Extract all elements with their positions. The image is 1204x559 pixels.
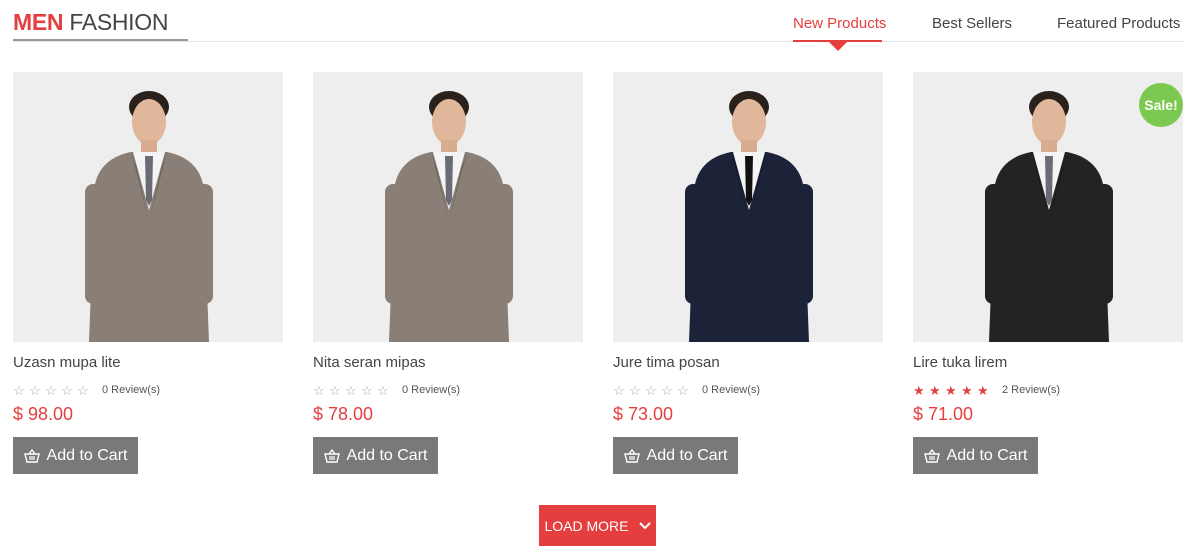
star-icon: ★ [961,382,973,398]
product-rating: ☆ ☆ ☆ ☆ ☆ 0 Review(s) [13,382,283,398]
load-more-label: LOAD MORE [544,517,629,534]
tab-featured-products[interactable]: Featured Products [1057,14,1180,34]
tab-new-products[interactable]: New Products [793,14,886,34]
review-count[interactable]: 0 Review(s) [702,384,760,396]
product-thumbnail[interactable] [313,72,583,342]
star-icon: ☆ [361,382,373,398]
product-thumbnail[interactable] [613,72,883,342]
add-to-cart-button[interactable]: Add to Cart [613,437,738,474]
star-icon: ☆ [645,382,657,398]
active-tab-caret [828,42,847,51]
star-icon: ☆ [29,382,41,398]
basket-icon [623,448,640,463]
product-rating: ☆ ☆ ☆ ☆ ☆ 0 Review(s) [613,382,883,398]
review-count[interactable]: 0 Review(s) [102,384,160,396]
review-count[interactable]: 0 Review(s) [402,384,460,396]
title-accent: MEN [13,9,64,35]
product-name[interactable]: Lire tuka lirem [913,354,1183,372]
section-title: MEN FASHION [13,8,168,36]
star-icon: ★ [913,382,925,398]
star-rating: ☆ ☆ ☆ ☆ ☆ [13,384,90,397]
star-icon: ★ [977,382,989,398]
basket-icon [323,448,340,463]
star-icon: ☆ [613,382,625,398]
star-rating: ★ ★ ★ ★ ★ [913,384,990,397]
star-icon: ☆ [345,382,357,398]
product-thumbnail[interactable] [13,72,283,342]
product-card: Nita seran mipas ☆ ☆ ☆ ☆ ☆ 0 Review(s) $ 78.00 A… [313,72,583,474]
star-icon: ☆ [77,382,89,398]
title-underline [13,39,188,41]
chevron-down-icon [638,521,651,529]
star-icon: ☆ [61,382,73,398]
star-icon: ☆ [677,382,689,398]
add-to-cart-label: Add to Cart [946,446,1028,464]
add-to-cart-label: Add to Cart [46,446,128,464]
product-name[interactable]: Jure tima posan [613,354,883,372]
product-name[interactable]: Nita seran mipas [313,354,583,372]
product-thumbnail[interactable]: Sale! [913,72,1183,342]
star-icon: ☆ [661,382,673,398]
product-card: Jure tima posan ☆ ☆ ☆ ☆ ☆ 0 Review(s) $ 73.00 Ad… [613,72,883,474]
tab-best-sellers[interactable]: Best Sellers [932,14,1012,34]
star-icon: ☆ [13,382,25,398]
product-image [313,72,583,342]
product-price: $ 73.00 [613,404,674,424]
title-rest: FASHION [69,9,169,35]
load-more-button[interactable]: LOAD MORE [539,505,656,546]
product-image [613,72,883,342]
product-rating: ☆ ☆ ☆ ☆ ☆ 0 Review(s) [313,382,583,398]
product-price: $ 98.00 [13,404,74,424]
star-rating: ☆ ☆ ☆ ☆ ☆ [613,384,690,397]
add-to-cart-button[interactable]: Add to Cart [913,437,1038,474]
star-icon: ☆ [377,382,389,398]
product-image [13,72,283,342]
product-price: $ 71.00 [913,404,974,424]
add-to-cart-label: Add to Cart [346,446,428,464]
product-card: Sale! Lire tuka lirem ★ ★ ★ ★ ★ 2 Review(s) $ 71… [913,72,1183,474]
add-to-cart-button[interactable]: Add to Cart [313,437,438,474]
add-to-cart-label: Add to Cart [646,446,728,464]
review-count[interactable]: 2 Review(s) [1002,384,1060,396]
star-icon: ☆ [629,382,641,398]
star-rating: ☆ ☆ ☆ ☆ ☆ [313,384,390,397]
star-icon: ★ [945,382,957,398]
star-icon: ☆ [329,382,341,398]
add-to-cart-button[interactable]: Add to Cart [13,437,138,474]
product-name[interactable]: Uzasn mupa lite [13,354,283,372]
basket-icon [23,448,40,463]
basket-icon [923,448,940,463]
product-rating: ★ ★ ★ ★ ★ 2 Review(s) [913,382,1183,398]
sale-badge: Sale! [1139,83,1183,127]
star-icon: ★ [929,382,941,398]
star-icon: ☆ [45,382,57,398]
product-price: $ 78.00 [313,404,374,424]
star-icon: ☆ [313,382,325,398]
product-card: Uzasn mupa lite ☆ ☆ ☆ ☆ ☆ 0 Review(s) $ 98.00 Ad… [13,72,283,474]
